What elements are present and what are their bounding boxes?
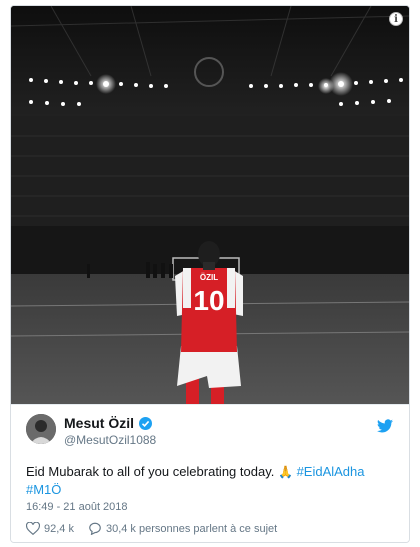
like-count[interactable]: 92,4 k [44, 523, 74, 535]
hashtag-m1o[interactable]: #M1Ö [26, 482, 61, 497]
tweet-timestamp[interactable]: 16:49 - 21 août 2018 [26, 501, 128, 513]
pray-emoji: 🙏 [277, 465, 293, 479]
tweet-embed-card: ÖZIL 10 i Mesut Özil @MesutOzil1088 Eid … [10, 5, 410, 543]
verified-icon [139, 416, 153, 430]
comment-icon[interactable] [88, 522, 102, 536]
tweet-body: Mesut Özil @MesutOzil1088 Eid Mubarak to… [11, 404, 409, 542]
jersey-name-text: ÖZIL [200, 273, 218, 282]
heart-icon[interactable] [25, 521, 41, 536]
conversation-count[interactable]: 30,4 k personnes parlent à ce sujet [106, 523, 277, 535]
tweet-actions: 92,4 k 30,4 k personnes parlent à ce suj… [25, 521, 277, 536]
avatar[interactable] [26, 414, 56, 444]
tweet-text-main: Eid Mubarak to all of you celebrating to… [26, 464, 275, 479]
author-handle[interactable]: @MesutOzil1088 [64, 433, 156, 447]
twitter-bird-icon[interactable] [377, 419, 393, 433]
hashtag-eid[interactable]: #EidAlAdha [297, 464, 365, 479]
tweet-photo[interactable]: ÖZIL 10 i [11, 6, 409, 404]
info-icon[interactable]: i [389, 12, 403, 26]
jersey-number-text: 10 [193, 285, 224, 316]
tweet-text: Eid Mubarak to all of you celebrating to… [26, 463, 396, 499]
author-name[interactable]: Mesut Özil [64, 415, 134, 431]
